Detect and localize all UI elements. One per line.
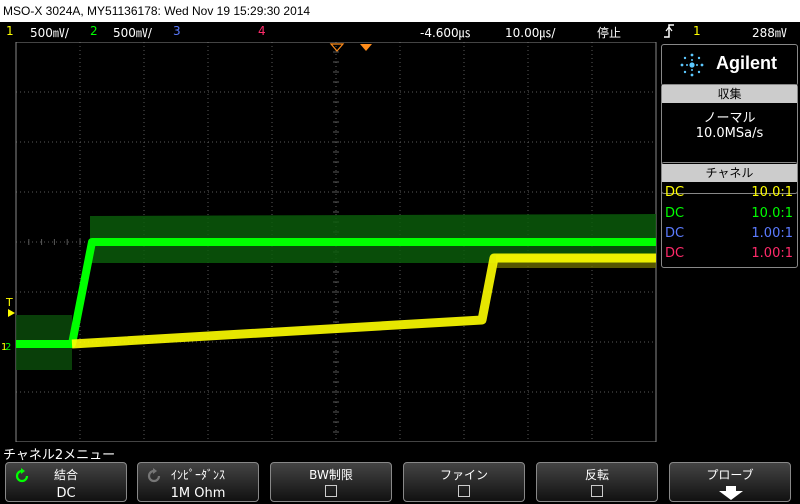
softkey-bw-limit-label: BW制限: [309, 468, 353, 482]
softkey-impedance-value: 1M Ohm: [170, 486, 226, 501]
rotate-knob-icon: [14, 468, 30, 488]
channel-header: チャネル: [662, 164, 797, 182]
ch1-scale[interactable]: 500㎷/: [30, 24, 69, 41]
softkey-probe[interactable]: プローブ: [669, 462, 791, 502]
ch4-coupling: DC: [665, 246, 685, 261]
agilent-spark-icon: [678, 51, 706, 83]
ch2-number[interactable]: 2: [90, 24, 98, 38]
run-state: 停止: [597, 26, 622, 40]
trigger-source[interactable]: 1: [693, 24, 701, 38]
invert-checkbox[interactable]: [591, 485, 603, 497]
ch2-coupling: DC: [665, 206, 685, 221]
channel-box: チャネル DC 10.0:1 DC 10.0:1 DC 1.00:1 DC 1.…: [661, 162, 798, 268]
acquisition-header: 収集: [662, 85, 797, 103]
rotate-knob-icon: [146, 468, 162, 488]
softkey-coupling-value: DC: [56, 486, 76, 501]
channel-row-4[interactable]: DC 1.00:1: [662, 244, 797, 264]
ch3-probe: 1.00:1: [751, 226, 793, 241]
softkey-probe-label: プローブ: [706, 468, 754, 482]
fine-checkbox[interactable]: [458, 485, 470, 497]
logo-box: Agilent: [661, 44, 798, 86]
ch2-ground-marker[interactable]: 2: [5, 342, 11, 353]
channel-row-2[interactable]: DC 10.0:1: [662, 204, 797, 224]
menu-title: チャネル2メニュー: [3, 448, 116, 463]
delay-readout[interactable]: -4.600㎲: [420, 24, 471, 41]
trigger-level-arrow-icon[interactable]: [8, 309, 15, 317]
channel-row-3[interactable]: DC 1.00:1: [662, 224, 797, 244]
arrow-down-icon: [718, 485, 744, 504]
acquisition-mode: ノーマル: [703, 111, 756, 126]
bw-limit-checkbox[interactable]: [325, 485, 337, 497]
softkey-coupling[interactable]: 結合 DC: [5, 462, 127, 502]
softkey-invert-label: 反転: [584, 468, 609, 482]
softkey-bw-limit[interactable]: BW制限: [270, 462, 392, 502]
ch2-probe: 10.0:1: [751, 206, 793, 221]
ch1-coupling: DC: [665, 185, 685, 200]
trigger-edge-icon: [663, 23, 675, 42]
channel-row-1[interactable]: DC 10.0:1: [662, 183, 797, 203]
ch1-number[interactable]: 1: [6, 24, 14, 38]
softkey-impedance[interactable]: ｲﾝﾋﾟｰﾀﾞﾝｽ 1M Ohm: [137, 462, 259, 502]
window-title: MSO-X 3024A, MY51136178: Wed Nov 19 15:2…: [0, 0, 800, 22]
ch1-probe: 10.0:1: [751, 185, 793, 200]
trigger-level-marker[interactable]: T: [5, 296, 13, 309]
status-bar: 1 500㎷/ 2 500㎷/ 3 4 -4.600㎲ 10.00㎲/ 停止 1…: [0, 22, 800, 42]
waveform-display[interactable]: T 1 2: [0, 42, 658, 442]
ch4-number[interactable]: 4: [258, 24, 266, 38]
trigger-level[interactable]: 288㎷: [752, 24, 787, 41]
timebase-readout[interactable]: 10.00㎲/: [505, 24, 555, 41]
sample-rate: 10.0MSa/s: [695, 126, 764, 141]
ch2-scale[interactable]: 500㎷/: [113, 24, 152, 41]
ch4-probe: 1.00:1: [751, 246, 793, 261]
ch3-number[interactable]: 3: [173, 24, 181, 38]
softkey-fine-label: ファイン: [439, 468, 488, 482]
softkey-fine[interactable]: ファイン: [403, 462, 525, 502]
brand-logo: Agilent: [716, 53, 777, 73]
softkey-invert[interactable]: 反転: [536, 462, 658, 502]
ch3-coupling: DC: [665, 226, 685, 241]
